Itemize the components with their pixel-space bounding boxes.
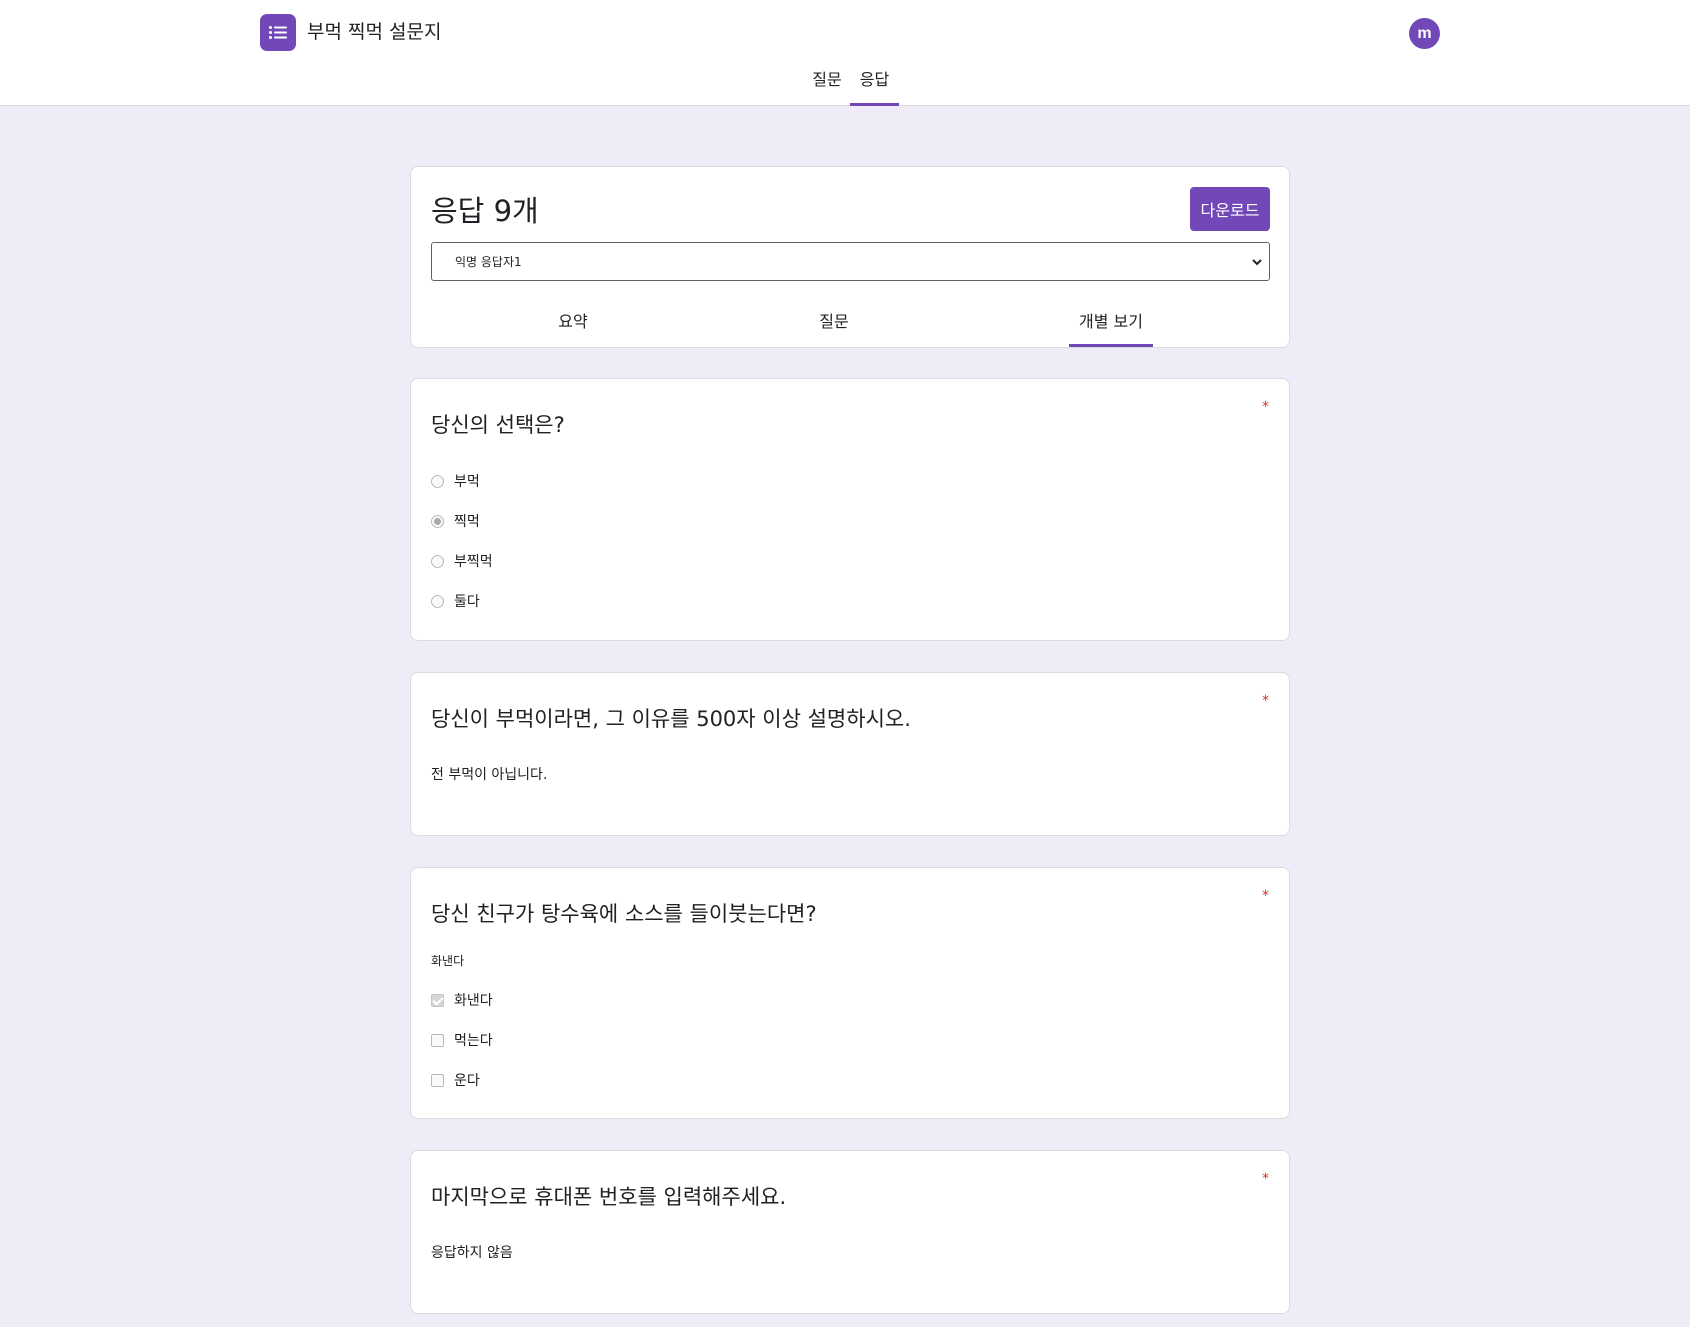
respondent-select-value: 익명 응답자1 bbox=[455, 255, 522, 269]
radio-button[interactable] bbox=[431, 554, 444, 568]
radio-option[interactable]: 둘다 bbox=[431, 591, 480, 611]
option-label: 부먹 bbox=[454, 474, 480, 490]
response-count: 응답 9개 bbox=[431, 194, 539, 228]
question-title: 당신의 선택은? bbox=[431, 413, 565, 437]
required-mark: * bbox=[1262, 693, 1269, 709]
subtab-question[interactable]: 질문 bbox=[807, 310, 861, 347]
option-label: 찍먹 bbox=[454, 514, 480, 530]
option-label: 화낸다 bbox=[454, 993, 493, 1009]
radio-option[interactable]: 부찍먹 bbox=[431, 551, 493, 571]
radio-button[interactable] bbox=[431, 474, 444, 488]
question-title: 마지막으로 휴대폰 번호를 입력해주세요. bbox=[431, 1185, 787, 1209]
forms-logo-icon[interactable] bbox=[260, 14, 296, 51]
radio-button[interactable] bbox=[431, 594, 444, 608]
option-label: 부찍먹 bbox=[454, 554, 493, 570]
option-label: 먹는다 bbox=[454, 1033, 493, 1049]
top-bar: 부먹 찍먹 설문지 m 질문 응답 bbox=[0, 0, 1690, 106]
avatar[interactable]: m bbox=[1409, 18, 1440, 49]
required-mark: * bbox=[1262, 888, 1269, 904]
checkbox[interactable] bbox=[431, 1033, 444, 1047]
checkbox-checked[interactable] bbox=[431, 993, 444, 1007]
checkbox-option[interactable]: 먹는다 bbox=[431, 1030, 493, 1050]
required-mark: * bbox=[1262, 1171, 1269, 1187]
question-card: * 당신의 선택은? 부먹 찍먹 부찍먹 둘다 bbox=[410, 378, 1290, 641]
checkbox-option[interactable]: 운다 bbox=[431, 1070, 480, 1090]
option-label: 운다 bbox=[454, 1073, 480, 1089]
radio-button-selected[interactable] bbox=[431, 514, 444, 528]
question-title: 당신 친구가 탕수육에 소스를 들이붓는다면? bbox=[431, 902, 817, 926]
tab-responses[interactable]: 응답 bbox=[850, 68, 899, 106]
required-mark: * bbox=[1262, 399, 1269, 415]
subtab-individual[interactable]: 개별 보기 bbox=[1069, 310, 1153, 347]
radio-option[interactable]: 부먹 bbox=[431, 471, 480, 491]
respondent-select[interactable]: 익명 응답자1 bbox=[431, 242, 1270, 281]
option-label: 둘다 bbox=[454, 594, 480, 610]
subtab-summary[interactable]: 요약 bbox=[546, 310, 600, 347]
question-card: * 당신이 부먹이라면, 그 이유를 500자 이상 설명하시오. 전 부먹이 … bbox=[410, 672, 1290, 836]
tab-questions[interactable]: 질문 bbox=[805, 68, 849, 106]
download-button[interactable]: 다운로드 bbox=[1190, 187, 1270, 231]
answer-text: 응답하지 않음 bbox=[431, 1245, 513, 1261]
checkbox-option[interactable]: 화낸다 bbox=[431, 990, 493, 1010]
answer-text: 전 부먹이 아닙니다. bbox=[431, 767, 548, 783]
checkbox[interactable] bbox=[431, 1073, 444, 1087]
radio-option[interactable]: 찍먹 bbox=[431, 511, 480, 531]
app-title: 부먹 찍먹 설문지 bbox=[307, 21, 442, 43]
question-title: 당신이 부먹이라면, 그 이유를 500자 이상 설명하시오. bbox=[431, 707, 911, 731]
question-card: * 마지막으로 휴대폰 번호를 입력해주세요. 응답하지 않음 bbox=[410, 1150, 1290, 1314]
answer-summary: 화낸다 bbox=[431, 954, 465, 968]
responses-header-card: 응답 9개 다운로드 익명 응답자1 요약 질문 개별 보기 bbox=[410, 166, 1290, 348]
question-card: * 당신 친구가 탕수육에 소스를 들이붓는다면? 화낸다 화낸다 먹는다 운다 bbox=[410, 867, 1290, 1119]
chevron-down-icon bbox=[1252, 259, 1262, 266]
